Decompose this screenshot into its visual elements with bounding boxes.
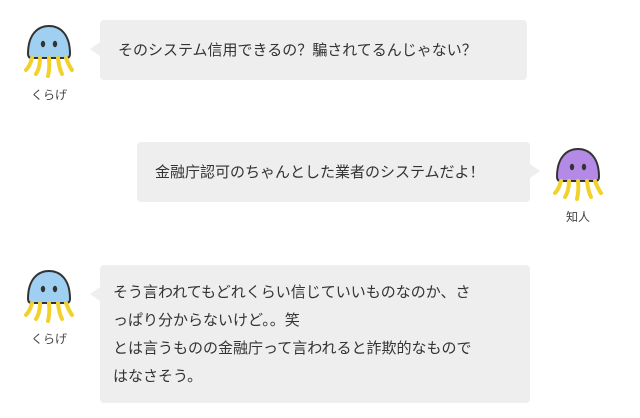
message-text-line: とは言うものの金融庁って言われると詐欺的なもので	[113, 339, 472, 357]
avatar	[547, 143, 609, 205]
message-bubble: そのシステム信用できるの？騙されてるんじゃない？	[90, 20, 527, 80]
avatar	[18, 20, 80, 82]
speaker-name: くらげ	[30, 332, 67, 346]
purple-jellyfish-icon	[553, 147, 603, 201]
message-text-line: っぱり分からないけど。。笑	[113, 311, 300, 329]
blue-jellyfish-icon	[24, 269, 74, 323]
speaker-name: くらげ	[30, 88, 67, 102]
message-text: そのシステム信用できるの？騙されてるんじゃない？	[118, 41, 477, 59]
message-bubble: そう言われてもどれくらい信じていいものなのか、さ っぱり分からないけど。。笑 と…	[90, 265, 530, 403]
speaker-name: 知人	[565, 210, 590, 224]
message-text-line: はなさそう。	[113, 367, 203, 385]
message-text: 金融庁認可のちゃんとした業者のシステムだよ！	[155, 163, 485, 181]
message-text-line: そう言われてもどれくらい信じていいものなのか、さ	[113, 283, 471, 301]
message-bubble: 金融庁認可のちゃんとした業者のシステムだよ！	[137, 142, 540, 202]
blue-jellyfish-icon	[24, 24, 74, 78]
avatar	[18, 265, 80, 327]
